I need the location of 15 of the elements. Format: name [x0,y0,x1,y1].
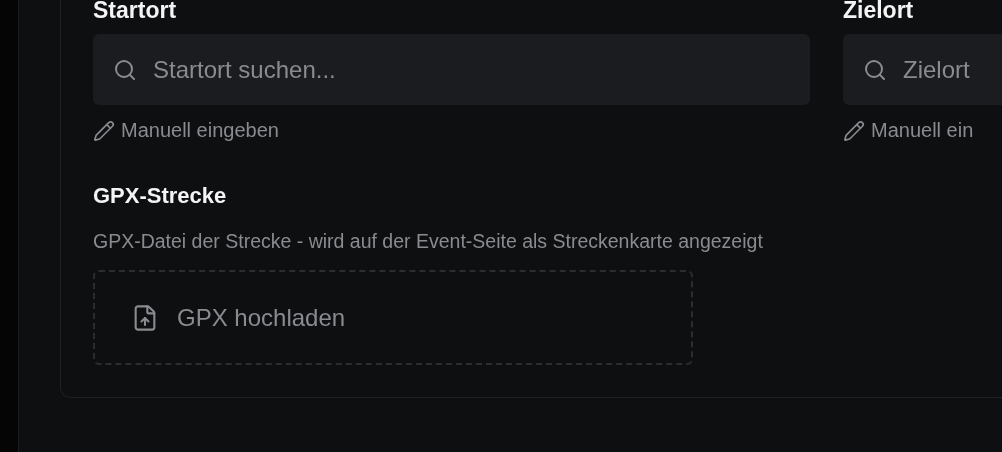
pencil-icon [93,119,115,142]
search-field[interactable]: Startort suchen... [93,34,810,105]
section-title: GPX-Strecke [93,183,227,209]
search-field[interactable]: Zielort [843,34,1002,105]
pencil-icon [843,119,865,142]
search-icon [863,57,887,82]
search-icon [113,57,137,82]
search-input[interactable]: Startort suchen... [153,55,790,84]
section-description: GPX-Datei der Strecke - wird auf der Event-Seite als Streckenkarte angezeigt [93,230,763,253]
manual-entry-link[interactable]: Manuell ein [843,119,974,142]
upload-button[interactable]: GPX hochladen [93,270,693,365]
manual-entry-link[interactable]: Manuell eingeben [93,119,279,142]
field-label: Zielort [843,0,914,22]
search-input[interactable]: Zielort [903,55,1002,84]
field-label: Startort [93,0,177,22]
